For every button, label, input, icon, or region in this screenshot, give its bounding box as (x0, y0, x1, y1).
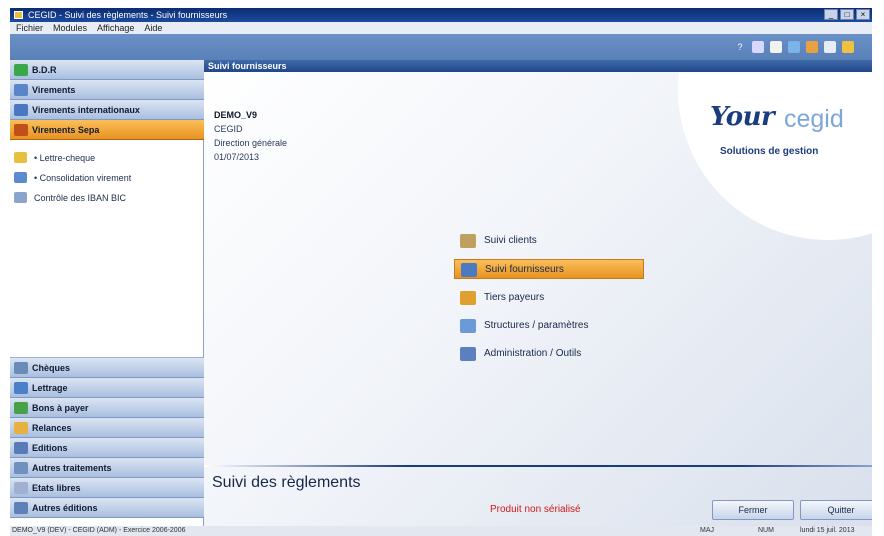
main-panel: Suivi fournisseurs Your cegid Solutions … (204, 60, 872, 526)
bottom-divider (204, 465, 872, 467)
action-structures-parametres[interactable]: Structures / paramètres (454, 316, 644, 336)
toolbar-tools: ? (734, 41, 854, 53)
reminder-icon (14, 422, 28, 434)
sidebar-section-virements-internationaux[interactable]: Virements internationaux (10, 100, 204, 120)
calendar-icon[interactable] (770, 41, 782, 53)
company-name: CEGID (214, 124, 243, 134)
folder-icon[interactable] (842, 41, 854, 53)
minimize-button[interactable]: _ (824, 9, 838, 20)
maximize-button[interactable]: □ (840, 9, 854, 20)
structure-icon (460, 319, 476, 333)
menu-item-fichier[interactable]: Fichier (16, 22, 43, 34)
status-date: lundi 15 juil. 2013 (800, 527, 855, 534)
user-icon[interactable] (806, 41, 818, 53)
sidebar-section-autres-editions[interactable]: Autres éditions (10, 498, 204, 518)
cheque-icon (14, 362, 28, 374)
sidebar-section-autres-traitements[interactable]: Autres traitements (10, 458, 204, 478)
sepa-icon (14, 124, 28, 136)
other-editions-icon (14, 502, 28, 514)
module-title: Suivi des règlements (212, 474, 361, 491)
sidebar-item-consolidation-virement[interactable]: • Consolidation virement (10, 168, 204, 188)
clients-icon (460, 234, 476, 248)
status-bar: DEMO_V9 (DEV) - CEGID (ADM) - Exercice 2… (10, 526, 872, 536)
sidebar-section-bons-a-payer[interactable]: Bons à payer (10, 398, 204, 418)
status-maj: MAJ (700, 527, 714, 534)
checkmark-icon (14, 402, 28, 414)
sidebar-section-virements-sepa[interactable]: Virements Sepa (10, 120, 204, 140)
quit-button[interactable]: Quitter (800, 500, 872, 520)
report-icon (14, 482, 28, 494)
app-icon (14, 11, 23, 19)
close-button[interactable]: × (856, 9, 870, 20)
window-controls: _ □ × (824, 9, 870, 20)
globe-icon (14, 64, 28, 76)
sidebar-section-relances[interactable]: Relances (10, 418, 204, 438)
menu-item-affichage[interactable]: Affichage (97, 22, 134, 34)
sidebar-item-controle-iban[interactable]: Contrôle des IBAN BIC (10, 188, 204, 208)
document-icon (14, 192, 27, 203)
sidebar-section-cheques[interactable]: Chèques (10, 358, 204, 378)
window-titlebar: CEGID - Suivi des règlements - Suivi fou… (10, 8, 872, 22)
consolidation-icon (14, 172, 27, 183)
sidebar: B.D.R Virements Virements internationaux… (10, 60, 204, 526)
toolbar: ? (10, 34, 872, 60)
action-suivi-clients[interactable]: Suivi clients (454, 231, 644, 251)
processing-icon (14, 462, 28, 474)
mail-icon[interactable] (788, 41, 800, 53)
sidebar-item-lettre-cheque[interactable]: • Lettre-cheque (10, 148, 204, 168)
status-num: NUM (758, 527, 774, 534)
sidebar-header-bdr[interactable]: B.D.R (10, 60, 204, 80)
window-title: CEGID - Suivi des règlements - Suivi fou… (28, 10, 228, 20)
sidebar-section-lettrage[interactable]: Lettrage (10, 378, 204, 398)
action-tiers-payeurs[interactable]: Tiers payeurs (454, 288, 644, 308)
suppliers-icon (461, 263, 477, 277)
help-icon[interactable]: ? (734, 41, 746, 53)
menu-item-aide[interactable]: Aide (144, 22, 162, 34)
logo-brand-bold: Your (710, 102, 775, 132)
menu-item-modules[interactable]: Modules (53, 22, 87, 34)
logo-brand-light: cegid (784, 105, 844, 133)
serial-notice: Produit non sérialisé (490, 504, 581, 515)
admin-tools-icon (460, 347, 476, 361)
logo-tagline: Solutions de gestion (720, 146, 819, 157)
international-transfer-icon (14, 104, 28, 116)
action-suivi-fournisseurs[interactable]: Suivi fournisseurs (454, 259, 644, 279)
menu-bar: Fichier Modules Affichage Aide (10, 22, 872, 34)
page-header: Suivi fournisseurs (204, 60, 872, 72)
print-icon (14, 442, 28, 454)
close-module-button[interactable]: Fermer (712, 500, 794, 520)
action-administration-outils[interactable]: Administration / Outils (454, 344, 644, 364)
company-code: DEMO_V9 (214, 110, 258, 120)
third-party-icon (460, 291, 476, 305)
print-icon[interactable] (824, 41, 836, 53)
sidebar-section-etats-libres[interactable]: Etats libres (10, 478, 204, 498)
pen-icon (14, 152, 27, 163)
company-date: 01/07/2013 (214, 152, 260, 162)
edit-icon[interactable] (752, 41, 764, 53)
sidebar-section-editions[interactable]: Editions (10, 438, 204, 458)
matching-icon (14, 382, 28, 394)
company-department: Direction générale (214, 138, 288, 148)
transfer-icon (14, 84, 28, 96)
sidebar-section-virements[interactable]: Virements (10, 80, 204, 100)
status-context: DEMO_V9 (DEV) - CEGID (ADM) - Exercice 2… (12, 527, 186, 534)
